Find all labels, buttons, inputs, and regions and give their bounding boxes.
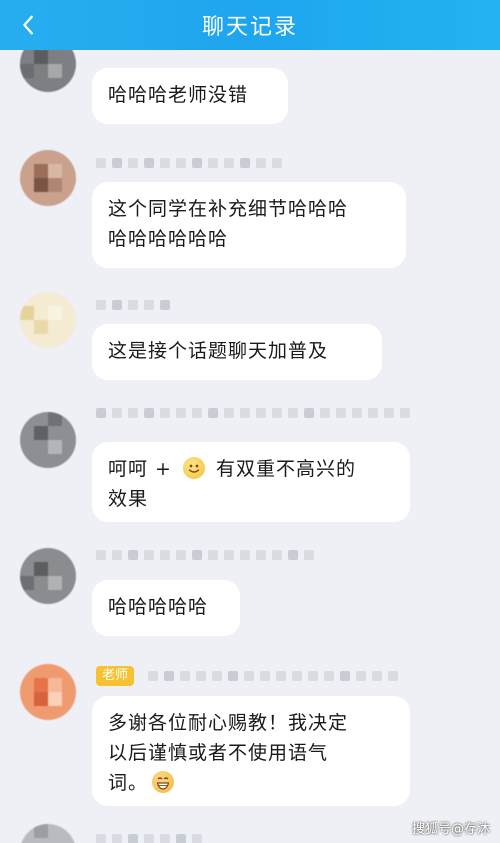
grin-emoji-icon [152, 771, 175, 793]
message-text: 这个同学在补充细节哈哈哈 [108, 198, 349, 220]
message-text: 有双重不高兴的 [209, 458, 357, 480]
message-bubble[interactable]: 多谢各位耐心赐教！我决定 以后谨慎或者不使用语气 词。 [92, 696, 410, 806]
avatar[interactable] [20, 412, 76, 468]
chevron-left-icon [23, 15, 33, 35]
sender-name [96, 298, 170, 312]
message-text: 哈哈哈老师没错 [108, 84, 249, 106]
message-text: 哈哈哈哈哈 [108, 596, 209, 618]
message-bubble[interactable]: 哈哈哈老师没错 [92, 68, 288, 124]
message-line: 词。 [108, 768, 394, 798]
role-badge: 老师 [96, 666, 135, 686]
sender-name [96, 406, 410, 420]
page-title: 聊天记录 [201, 15, 298, 40]
top-bar: 聊天记录 [0, 0, 500, 50]
message-bubble[interactable]: 这是接个话题聊天加普及 [92, 324, 382, 380]
avatar[interactable] [20, 50, 76, 92]
avatar[interactable] [20, 664, 76, 720]
message-bubble[interactable]: 哈哈哈哈哈 [92, 580, 240, 636]
sender-name [96, 832, 202, 843]
message-bubble[interactable]: 这个同学在补充细节哈哈哈 哈哈哈哈哈哈 [92, 182, 406, 268]
message-line: 呵呵 + 有双重不高兴的 [108, 454, 394, 484]
message-bubble[interactable]: 呵呵 + 有双重不高兴的 效果 [92, 442, 410, 522]
message-text: 哈哈哈哈哈哈 [108, 228, 229, 250]
watermark: 搜狐号@存沐 [411, 822, 490, 837]
smile-emoji-icon [183, 457, 205, 479]
avatar[interactable] [20, 548, 76, 604]
message-text: 词。 [108, 772, 149, 794]
sender-name [96, 156, 282, 170]
sender-name [96, 548, 314, 562]
message-text: 多谢各位耐心赐教！我决定 [108, 712, 349, 734]
message-text: 这是接个话题聊天加普及 [108, 340, 329, 362]
message-text: 效果 [108, 488, 149, 510]
message-text: 呵呵 + [108, 458, 179, 480]
avatar[interactable] [20, 824, 76, 843]
back-button[interactable] [14, 10, 44, 40]
sender-name [148, 669, 398, 683]
avatar[interactable] [20, 292, 76, 348]
message-text: 以后谨慎或者不使用语气 [108, 742, 329, 764]
chat-history[interactable]: 哈哈哈老师没错 这个同学在补充细节哈哈哈 哈哈哈哈哈哈 这是接个话题聊天加普及 … [0, 50, 500, 843]
avatar[interactable] [20, 150, 76, 206]
